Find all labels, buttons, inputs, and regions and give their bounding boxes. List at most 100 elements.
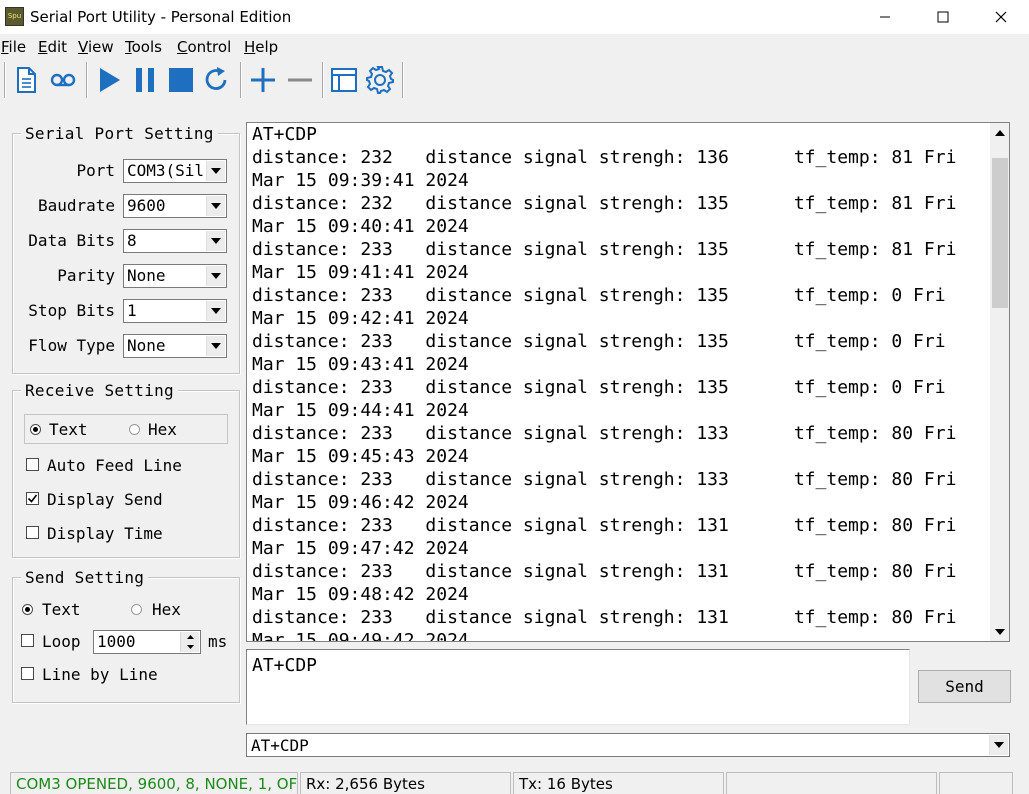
send-text: AT+CDP (252, 655, 318, 676)
remove-icon (288, 78, 312, 82)
receive-line: Mar 15 09:39:41 2024 (252, 170, 469, 191)
receive-line: Mar 15 09:49:42 2024 (252, 630, 469, 642)
auto-feed-line-checkbox[interactable] (26, 458, 39, 471)
command-history-select[interactable]: AT+CDP (246, 733, 1010, 757)
send-text-radio[interactable] (22, 604, 33, 615)
toolbar-separator (4, 62, 6, 98)
line-by-line-label: Line by Line (42, 665, 158, 684)
receive-line: Mar 15 09:40:41 2024 (252, 216, 469, 237)
display-time-checkbox[interactable] (26, 526, 39, 539)
scroll-down-button[interactable] (990, 622, 1009, 641)
receive-line: distance: 232 distance signal strengh: 1… (252, 193, 957, 214)
menu-file[interactable]: File (1, 38, 26, 56)
serial-port-setting-title: Serial Port Setting (21, 124, 218, 143)
data-bits-value: 8 (127, 231, 137, 250)
parity-label: Parity (57, 266, 115, 285)
receive-text-radio[interactable] (30, 424, 41, 435)
toolbar-separator (322, 62, 324, 98)
maximize-icon (937, 11, 949, 23)
menu-control[interactable]: Control (177, 38, 231, 56)
window-title: Serial Port Utility - Personal Edition (30, 8, 292, 26)
refresh-icon (205, 67, 227, 90)
receive-line: distance: 233 distance signal strengh: 1… (252, 423, 957, 444)
loop-checkbox[interactable] (21, 634, 34, 647)
record-button[interactable] (46, 63, 80, 97)
display-send-checkbox[interactable] (26, 492, 39, 505)
chevron-down-icon[interactable] (206, 196, 225, 216)
receive-scrollbar[interactable] (990, 123, 1009, 641)
stop-icon (169, 68, 193, 92)
port-select[interactable]: COM3(Silicon (123, 159, 227, 183)
baudrate-select[interactable]: 9600 (123, 194, 227, 218)
receive-setting-title: Receive Setting (21, 381, 178, 400)
chevron-down-icon[interactable] (206, 301, 225, 321)
pause-icon (136, 68, 154, 92)
chevron-down-icon[interactable] (989, 735, 1008, 755)
receive-line: AT+CDP (252, 124, 318, 145)
chevron-down-icon[interactable] (206, 161, 225, 181)
chevron-down-icon[interactable] (206, 266, 225, 286)
stop-button[interactable] (164, 63, 198, 97)
baudrate-label: Baudrate (37, 196, 115, 215)
port-label: Port (76, 161, 115, 180)
status-bar: COM3 OPENED, 9600, 8, NONE, 1, OFF Rx: 2… (0, 770, 1029, 794)
receive-line: distance: 233 distance signal strengh: 1… (252, 561, 957, 582)
receive-line: Mar 15 09:41:41 2024 (252, 262, 469, 283)
send-button[interactable]: Send (918, 670, 1011, 703)
receive-line: distance: 232 distance signal strengh: 1… (252, 147, 957, 168)
new-document-button[interactable] (9, 63, 43, 97)
add-icon (251, 68, 275, 92)
app-icon: Spu (5, 7, 24, 26)
send-hex-radio[interactable] (131, 604, 142, 615)
add-button[interactable] (246, 63, 280, 97)
menu-help[interactable]: Help (244, 38, 278, 56)
toolbar (0, 60, 1029, 100)
receive-line: distance: 233 distance signal strengh: 1… (252, 607, 957, 628)
connection-status: COM3 OPENED, 9600, 8, NONE, 1, OFF (10, 772, 298, 794)
window-icon (331, 68, 357, 92)
receive-line: distance: 233 distance signal strengh: 1… (252, 331, 946, 352)
close-button[interactable] (972, 0, 1029, 34)
parity-select[interactable]: None (123, 264, 227, 288)
send-hex-label: Hex (152, 600, 181, 619)
receive-line: distance: 233 distance signal strengh: 1… (252, 515, 957, 536)
baudrate-value: 9600 (127, 196, 166, 215)
stop-bits-label: Stop Bits (28, 301, 115, 320)
auto-feed-line-label: Auto Feed Line (47, 456, 182, 475)
menu-bar: File Edit View Tools Control Help (0, 36, 1029, 60)
menu-edit[interactable]: Edit (38, 38, 67, 56)
pause-button[interactable] (128, 63, 162, 97)
refresh-button[interactable] (200, 63, 234, 97)
spin-buttons[interactable] (180, 632, 199, 652)
receive-line: Mar 15 09:45:43 2024 (252, 446, 469, 467)
data-bits-select[interactable]: 8 (123, 229, 227, 253)
scroll-thumb[interactable] (992, 158, 1008, 308)
chevron-down-icon[interactable] (206, 231, 225, 251)
checkmark-icon (27, 494, 38, 503)
minimize-button[interactable] (856, 0, 914, 34)
remove-button[interactable] (283, 63, 317, 97)
loop-interval-stepper[interactable]: 1000 (93, 630, 201, 654)
maximize-button[interactable] (914, 0, 972, 34)
display-send-label: Display Send (47, 490, 163, 509)
flow-type-select[interactable]: None (123, 334, 227, 358)
close-icon (995, 11, 1007, 23)
menu-tools[interactable]: Tools (125, 38, 162, 56)
send-text-area[interactable]: AT+CDP (246, 649, 910, 725)
receive-hex-radio[interactable] (129, 424, 140, 435)
window-button[interactable] (327, 63, 361, 97)
send-text-label: Text (42, 600, 81, 619)
menu-view[interactable]: View (78, 38, 114, 56)
receive-log: AT+CDP distance: 232 distance signal stre… (252, 123, 990, 642)
chevron-down-icon[interactable] (206, 336, 225, 356)
scroll-up-button[interactable] (990, 123, 1009, 142)
receive-text-area[interactable]: AT+CDP distance: 232 distance signal stre… (246, 122, 1010, 642)
loop-interval-value: 1000 (97, 632, 136, 651)
play-button[interactable] (92, 63, 126, 97)
line-by-line-checkbox[interactable] (21, 667, 34, 680)
flow-type-label: Flow Type (28, 336, 115, 355)
stop-bits-select[interactable]: 1 (123, 299, 227, 323)
minimize-icon (880, 16, 890, 18)
settings-button[interactable] (363, 63, 397, 97)
receive-hex-label: Hex (148, 420, 177, 439)
